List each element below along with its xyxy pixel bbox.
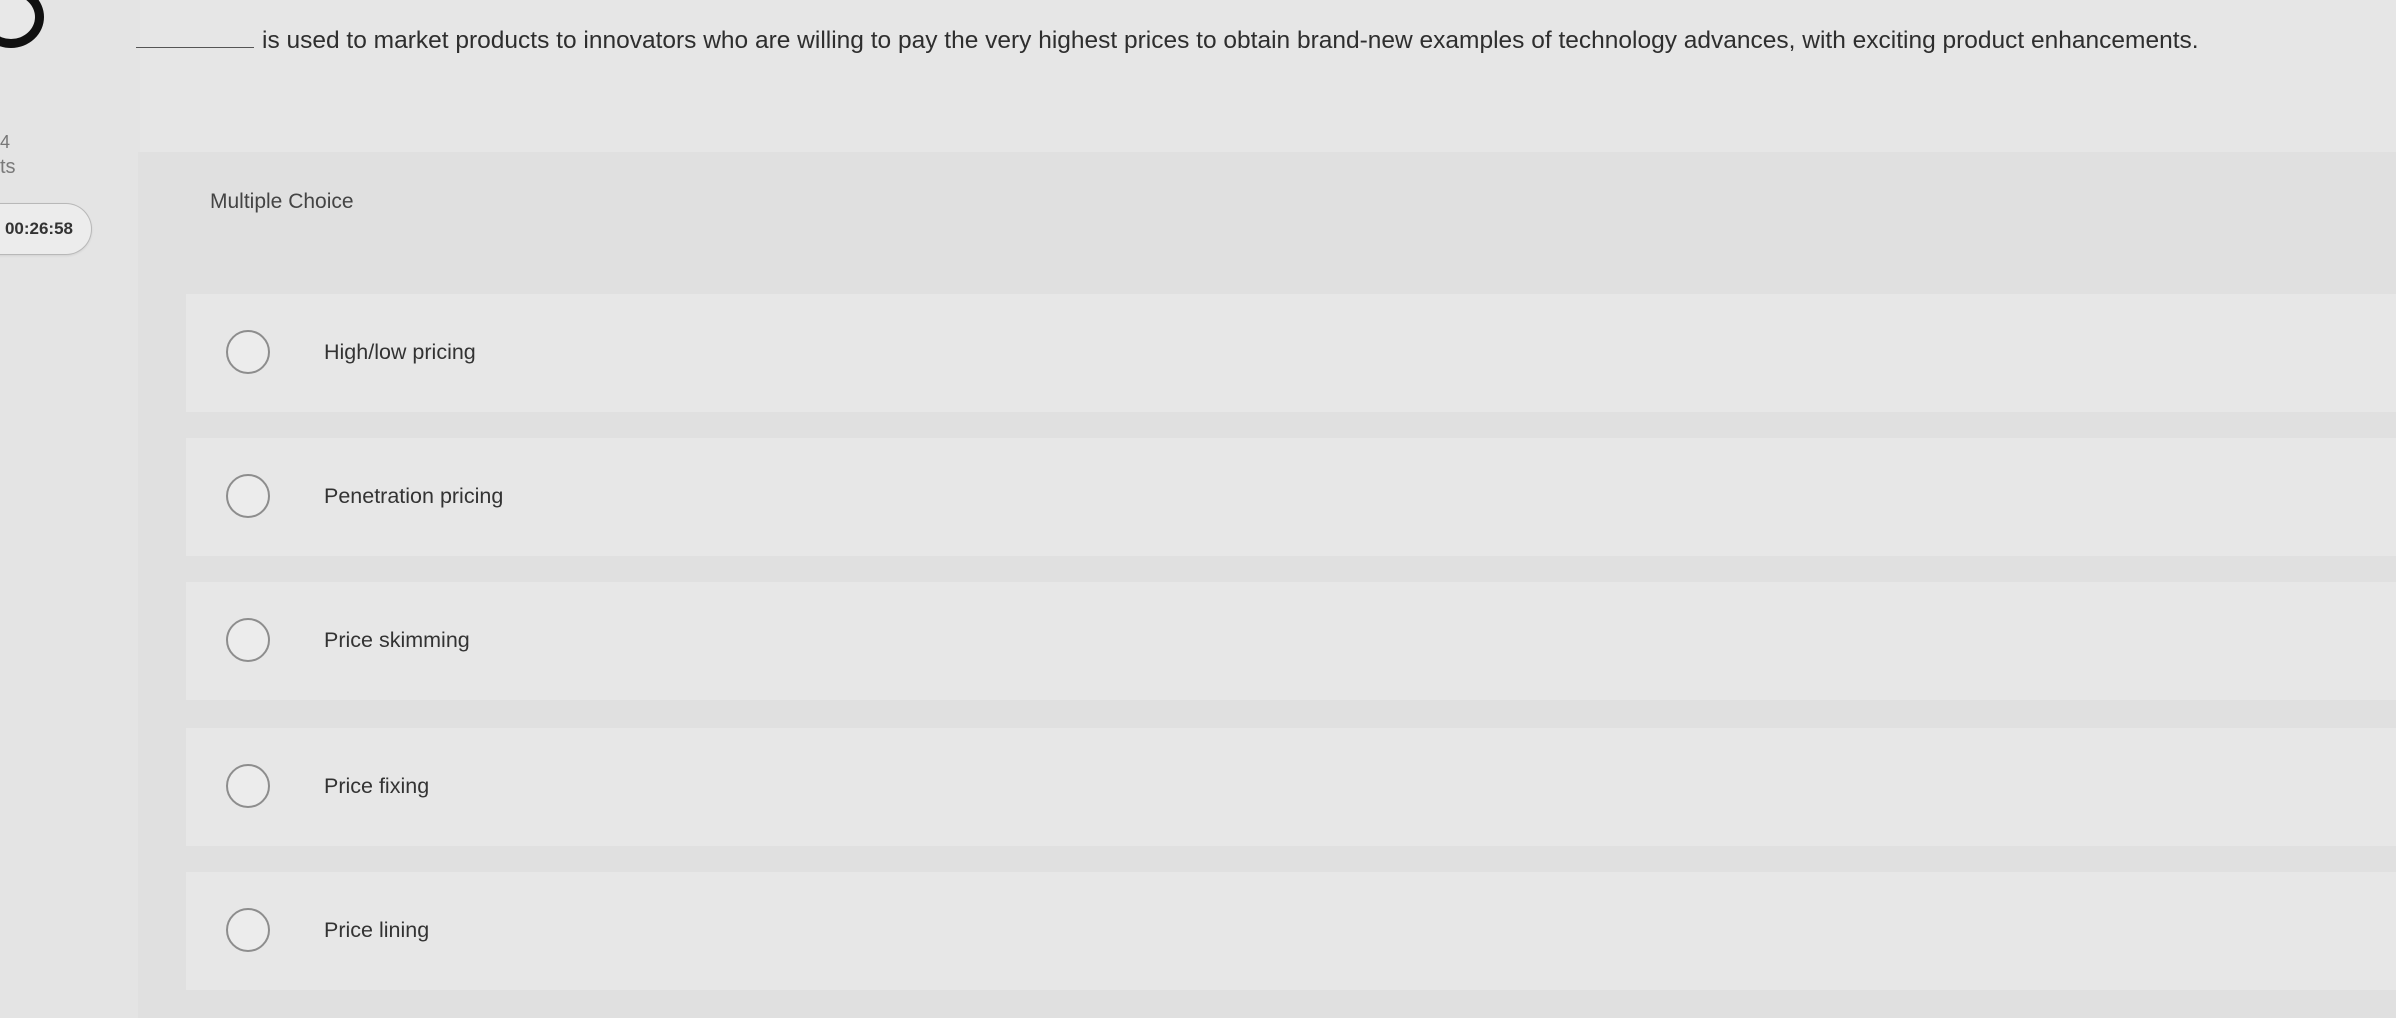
answer-option-label: High/low pricing <box>324 340 476 364</box>
radio-button-icon[interactable] <box>226 474 270 518</box>
answer-option-label: Price skimming <box>324 628 470 652</box>
answer-option[interactable]: High/low pricing <box>186 294 2396 412</box>
radio-button-icon[interactable] <box>226 764 270 808</box>
radio-button-icon[interactable] <box>226 618 270 662</box>
answer-option-label: Price fixing <box>324 774 430 798</box>
radio-button-icon[interactable] <box>226 330 270 374</box>
answer-option[interactable]: Price fixing <box>186 728 2396 846</box>
question-prompt: is used to market products to innovators… <box>136 24 2376 58</box>
answer-option-label: Penetration pricing <box>324 484 504 508</box>
answer-option[interactable]: Price lining <box>186 872 2396 990</box>
question-type-label: Multiple Choice <box>210 190 354 213</box>
answer-option[interactable]: Penetration pricing <box>186 438 2396 556</box>
question-text: is used to market products to innovators… <box>262 27 2199 54</box>
answer-option[interactable]: Price skimming <box>186 582 2396 700</box>
left-rail: 4 ts 00:26:58 <box>0 0 140 1018</box>
answer-option-label: Price lining <box>324 918 430 942</box>
progress-ring-icon <box>0 0 44 48</box>
radio-button-icon[interactable] <box>226 908 270 952</box>
points-label: ts <box>0 156 16 178</box>
timer-badge: 00:26:58 <box>0 203 92 255</box>
answer-blank <box>136 47 254 48</box>
side-mark: 4 <box>0 132 11 152</box>
